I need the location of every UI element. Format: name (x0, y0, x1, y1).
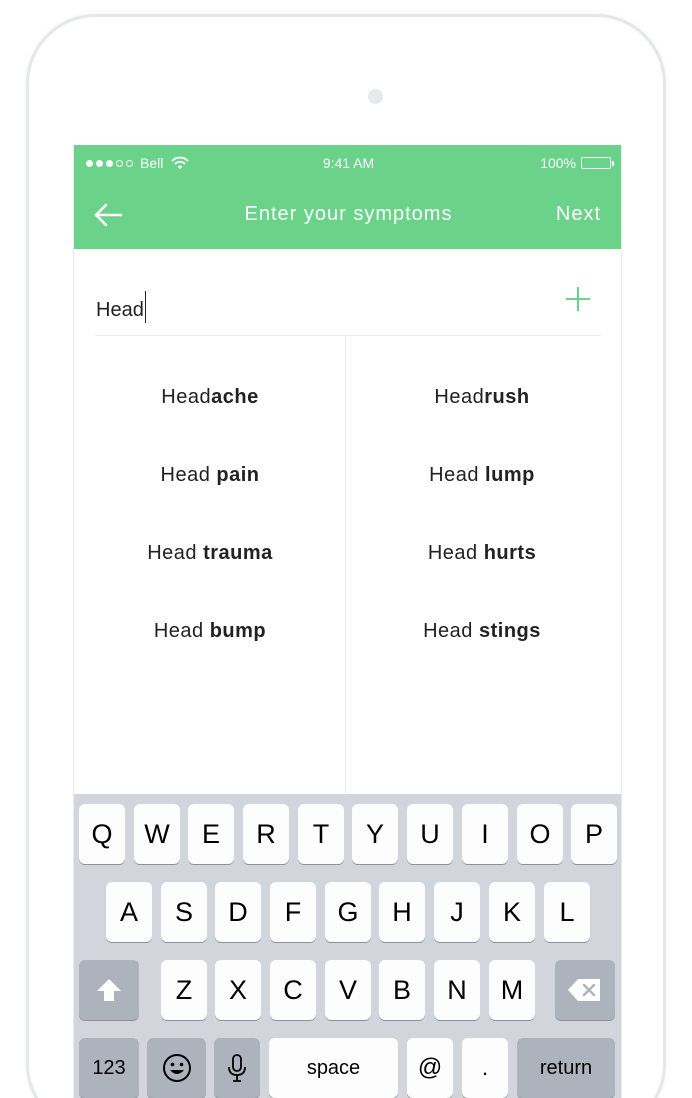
page-title: Enter your symptoms (244, 203, 453, 225)
period-key[interactable]: . (462, 1038, 508, 1098)
key-d[interactable]: D (215, 882, 261, 942)
at-key[interactable]: @ (407, 1038, 453, 1098)
suggestions-right: Head rush Head lump Head hurts Head sting… (346, 358, 618, 670)
suggestion-prefix: Head (161, 385, 212, 408)
emoji-icon (162, 1054, 191, 1082)
search-input-value: Head (96, 299, 144, 321)
keyboard-row-1: Q W E R T Y U I O P (74, 804, 621, 866)
key-i[interactable]: I (462, 804, 508, 864)
battery-icon (581, 157, 614, 169)
key-m[interactable]: M (489, 960, 535, 1020)
key-a[interactable]: A (106, 882, 152, 942)
suggestion-item[interactable]: Head trauma (74, 514, 346, 592)
numbers-key[interactable]: 123 (79, 1038, 139, 1098)
keyboard-row-2: A S D F G H J K L (74, 882, 621, 944)
return-key[interactable]: return (517, 1038, 615, 1098)
nav-bar: Enter your symptoms Next (74, 181, 621, 249)
suggestion-prefix: Head (434, 385, 485, 408)
suggestion-prefix: Head (423, 619, 479, 642)
suggestion-prefix: Head (427, 541, 484, 564)
key-e[interactable]: E (188, 804, 234, 864)
screen: Bell 9:41 AM 100% Enter your symptoms Ne… (73, 145, 622, 1098)
suggestion-prefix: Head (160, 463, 217, 486)
suggestion-prefix: Head (153, 619, 210, 642)
suggestion-item[interactable]: Head hurts (346, 514, 618, 592)
key-s[interactable]: S (161, 882, 207, 942)
delete-icon (568, 979, 600, 1001)
add-icon[interactable] (565, 286, 591, 312)
suggestion-item[interactable]: Head lump (346, 436, 618, 514)
header: Bell 9:41 AM 100% Enter your symptoms Ne… (74, 145, 621, 249)
suggestion-item[interactable]: Head stings (346, 592, 618, 670)
key-z[interactable]: Z (161, 960, 207, 1020)
keyboard-row-3: Z X C V B N M (74, 960, 621, 1022)
key-g[interactable]: G (325, 882, 371, 942)
key-l[interactable]: L (544, 882, 590, 942)
suggestion-item[interactable]: Head rush (346, 358, 618, 436)
search-input[interactable]: Head (96, 291, 147, 323)
emoji-key[interactable] (147, 1038, 206, 1098)
delete-key[interactable] (555, 960, 615, 1020)
text-caret (144, 291, 147, 323)
key-f[interactable]: F (270, 882, 316, 942)
key-q[interactable]: Q (79, 804, 125, 864)
status-bar: Bell 9:41 AM 100% (74, 145, 621, 181)
camera-dot (368, 89, 383, 104)
suggestion-suffix: bump (209, 619, 267, 642)
suggestion-suffix: trauma (203, 541, 273, 564)
suggestion-item[interactable]: Head ache (74, 358, 346, 436)
suggestion-suffix: lump (485, 463, 535, 486)
key-j[interactable]: J (434, 882, 480, 942)
key-p[interactable]: P (571, 804, 617, 864)
key-w[interactable]: W (134, 804, 180, 864)
key-b[interactable]: B (379, 960, 425, 1020)
key-t[interactable]: T (298, 804, 344, 864)
key-r[interactable]: R (243, 804, 289, 864)
suggestions-left: Head ache Head pain Head trauma Head bump (74, 358, 346, 670)
suggestion-item[interactable]: Head pain (74, 436, 346, 514)
key-v[interactable]: V (325, 960, 371, 1020)
suggestion-item[interactable]: Head bump (74, 592, 346, 670)
key-u[interactable]: U (407, 804, 453, 864)
suggestion-prefix: Head (147, 541, 204, 564)
shift-key[interactable] (79, 960, 139, 1020)
shift-icon (97, 979, 121, 1001)
battery-percent: 100% (540, 155, 576, 171)
keyboard-row-4: 123 space @ . return (74, 1038, 621, 1098)
battery-indicator: 100% (540, 155, 614, 171)
key-x[interactable]: X (215, 960, 261, 1020)
key-c[interactable]: C (270, 960, 316, 1020)
next-button[interactable]: Next (556, 203, 601, 226)
key-y[interactable]: Y (352, 804, 398, 864)
keyboard: Q W E R T Y U I O P A S D F G H J K L Z (74, 794, 621, 1098)
suggestion-prefix: Head (429, 463, 486, 486)
suggestion-suffix: stings (478, 619, 541, 642)
symptom-search: Head (95, 249, 601, 336)
key-n[interactable]: N (434, 960, 480, 1020)
suggestion-suffix: hurts (483, 541, 537, 564)
suggestion-suffix: pain (216, 463, 260, 486)
space-key[interactable]: space (269, 1038, 398, 1098)
microphone-key[interactable] (214, 1038, 260, 1098)
key-k[interactable]: K (489, 882, 535, 942)
key-o[interactable]: O (517, 804, 563, 864)
microphone-icon (228, 1054, 246, 1082)
key-h[interactable]: H (379, 882, 425, 942)
suggestion-suffix: rush (484, 385, 530, 408)
suggestion-suffix: ache (211, 385, 259, 408)
